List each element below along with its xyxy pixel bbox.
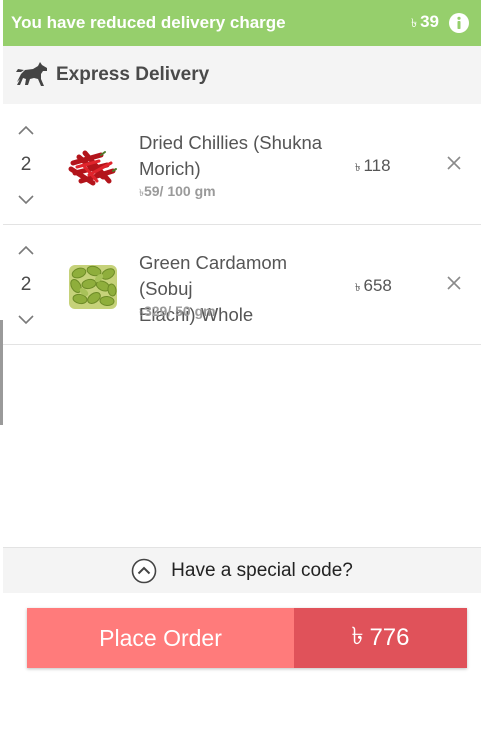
special-code-label: Have a special code?: [171, 559, 353, 581]
order-total-value: 776: [369, 624, 410, 651]
unit-price: ৳59/ 100 gm: [139, 183, 216, 203]
quantity-increase-button[interactable]: [14, 123, 38, 139]
place-order-label: Place Order: [27, 608, 294, 668]
close-icon: [447, 156, 461, 170]
order-total-currency: ৳: [351, 623, 364, 650]
express-delivery-label: Express Delivery: [56, 64, 210, 85]
special-code-toggle[interactable]: Have a special code?: [3, 547, 481, 593]
product-name[interactable]: Dried Chillies (Shukna Morich): [139, 130, 344, 182]
product-name-line2: Morich): [139, 158, 201, 179]
chevron-down-icon: [18, 195, 34, 205]
remove-item-button[interactable]: [445, 154, 463, 172]
red-chilli-image: [68, 150, 117, 186]
chevron-up-icon: [18, 245, 34, 255]
item-price-value: 658: [363, 276, 392, 295]
quantity-value: 2: [20, 154, 32, 175]
place-order-button[interactable]: Place Order ৳ 776: [27, 608, 467, 668]
cart-item: 2 Dried Chillies (Shukna Morich) ৳59/ 10…: [3, 105, 481, 225]
close-icon: [447, 276, 461, 290]
express-delivery-header: Express Delivery: [3, 46, 481, 104]
unit-price-value: 329/ 50 gm: [143, 303, 216, 319]
unit-price: ৳329/ 50 gm: [139, 303, 216, 323]
banner-message: You have reduced delivery charge: [11, 13, 286, 32]
item-price: ৳ 118: [355, 156, 391, 178]
quantity-decrease-button[interactable]: [14, 191, 38, 207]
banner-amount-value: 39: [420, 11, 439, 31]
product-name-line1: Dried Chillies (Shukna: [139, 132, 323, 153]
order-total: ৳ 776: [294, 608, 467, 668]
banner-currency: ৳: [411, 15, 418, 30]
horse-icon: [16, 62, 47, 86]
unit-price-value: 59/ 100 gm: [143, 183, 216, 199]
delivery-charge-banner: You have reduced delivery charge ৳ 39: [3, 0, 481, 46]
quantity-stepper: 2: [11, 119, 41, 211]
item-price-value: 118: [363, 156, 391, 175]
item-price-currency: ৳: [355, 162, 361, 174]
quantity-decrease-button[interactable]: [14, 311, 38, 327]
quantity-value: 2: [20, 274, 32, 295]
chevron-up-icon: [18, 125, 34, 135]
item-price: ৳ 658: [355, 276, 392, 298]
product-image[interactable]: [63, 137, 123, 197]
info-icon[interactable]: [449, 13, 469, 33]
quantity-increase-button[interactable]: [14, 243, 38, 259]
product-image[interactable]: [63, 257, 123, 317]
chevron-down-icon: [18, 315, 34, 325]
chevron-up-circle-icon: [131, 558, 157, 583]
cart-item: 2 Green Cardamom (Sobuj Elachi) Whole ৳3…: [3, 225, 481, 345]
banner-amount: ৳ 39: [411, 12, 439, 35]
quantity-stepper: 2: [11, 239, 41, 331]
remove-item-button[interactable]: [445, 274, 463, 292]
product-name-line1: Green Cardamom (Sobuj: [139, 252, 288, 299]
item-price-currency: ৳: [355, 282, 361, 294]
green-cardamom-image: [69, 265, 117, 309]
